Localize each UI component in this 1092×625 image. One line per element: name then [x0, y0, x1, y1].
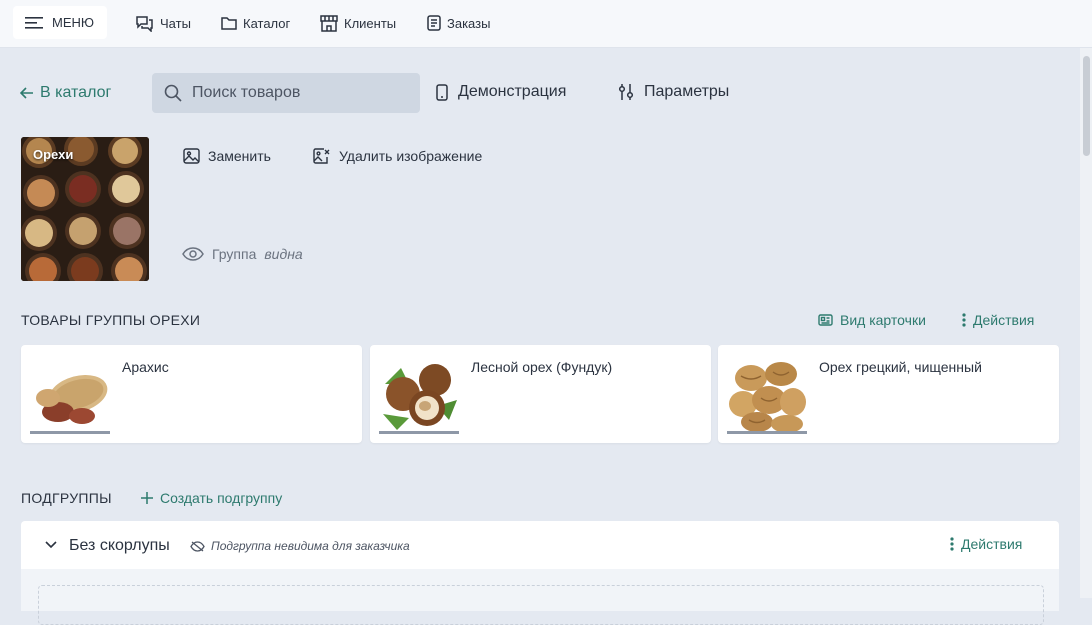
- page-scrollbar[interactable]: [1080, 48, 1092, 598]
- params-label: Параметры: [644, 83, 730, 100]
- nav-chats[interactable]: Чаты: [135, 12, 191, 34]
- back-to-catalog-link[interactable]: В каталог: [20, 82, 111, 104]
- visibility-label: Группа: [212, 246, 257, 262]
- subgroup-drop-zone[interactable]: [38, 585, 1044, 625]
- create-subgroup-label: Создать подгруппу: [160, 490, 283, 506]
- hazelnut-image: [379, 354, 459, 434]
- replace-image-button[interactable]: Заменить: [183, 146, 271, 166]
- card-view-button[interactable]: Вид карточки: [818, 310, 926, 330]
- nav-chats-label: Чаты: [160, 15, 191, 31]
- arrow-left-icon: [20, 87, 34, 99]
- image-remove-icon: [313, 148, 331, 164]
- product-card[interactable]: Орех грецкий, чищенный: [718, 345, 1059, 443]
- group-image-label: Орехи: [33, 147, 74, 162]
- subgroup-visibility: Подгруппа невидима для заказчика: [190, 539, 410, 553]
- replace-label: Заменить: [208, 148, 271, 164]
- subgroup-actions-button[interactable]: Действия: [950, 534, 1022, 554]
- product-name: Орех грецкий, чищенный: [819, 359, 982, 375]
- menu-label: МЕНЮ: [52, 15, 95, 30]
- menu-button[interactable]: МЕНЮ: [13, 6, 107, 39]
- subgroup-name: Без скорлупы: [69, 537, 170, 554]
- folder-icon: [221, 16, 237, 30]
- subgroup-actions-label: Действия: [961, 536, 1023, 552]
- group-visibility-toggle[interactable]: Группа видна: [182, 244, 303, 264]
- plus-icon: [141, 492, 153, 504]
- nav-clients[interactable]: Клиенты: [320, 12, 396, 34]
- products-section-title: ТОВАРЫ ГРУППЫ ОРЕХИ: [21, 312, 201, 328]
- subgroups-section-title: ПОДГРУППЫ: [21, 490, 112, 506]
- hamburger-icon: [25, 16, 43, 29]
- nav-orders-label: Заказы: [447, 15, 491, 31]
- product-name: Лесной орех (Фундук): [471, 359, 613, 375]
- nav-catalog-label: Каталог: [243, 15, 291, 31]
- eye-off-icon: [190, 540, 205, 552]
- chat-icon: [135, 14, 154, 32]
- products-actions-label: Действия: [973, 312, 1035, 328]
- nav-clients-label: Клиенты: [344, 15, 397, 31]
- delete-image-label: Удалить изображение: [339, 148, 483, 164]
- top-bar: МЕНЮ Чаты Каталог Клиенты Заказы: [0, 0, 1092, 48]
- products-actions-button[interactable]: Действия: [962, 310, 1034, 330]
- eye-icon: [182, 247, 204, 261]
- store-icon: [320, 14, 338, 32]
- image-icon: [183, 148, 200, 164]
- document-icon: [427, 15, 441, 31]
- product-card[interactable]: Лесной орех (Фундук): [370, 345, 711, 443]
- subgroup-header[interactable]: Без скорлупы Подгруппа невидима для зака…: [21, 521, 1059, 569]
- card-view-label: Вид карточки: [840, 312, 926, 328]
- chevron-down-icon[interactable]: [45, 541, 57, 549]
- back-label: В каталог: [40, 84, 112, 101]
- search-icon: [164, 84, 182, 102]
- card-view-icon: [818, 314, 833, 326]
- kebab-icon: [950, 537, 954, 551]
- product-card[interactable]: Арахис: [21, 345, 362, 443]
- product-name: Арахис: [122, 359, 169, 375]
- kebab-icon: [962, 313, 966, 327]
- sliders-icon: [618, 83, 634, 101]
- nav-orders[interactable]: Заказы: [427, 12, 490, 34]
- delete-image-button[interactable]: Удалить изображение: [313, 146, 482, 166]
- create-subgroup-button[interactable]: Создать подгруппу: [141, 488, 282, 508]
- subgroup-visibility-note: Подгруппа невидима для заказчика: [211, 539, 410, 553]
- demo-label: Демонстрация: [458, 83, 567, 100]
- search-box[interactable]: [152, 73, 420, 113]
- peanut-image: [30, 354, 110, 434]
- params-button[interactable]: Параметры: [618, 80, 729, 104]
- demo-button[interactable]: Демонстрация: [436, 80, 566, 104]
- visibility-state: видна: [264, 246, 303, 262]
- search-input[interactable]: [190, 83, 410, 103]
- subgroup-body: [21, 569, 1059, 625]
- walnut-image: [727, 354, 807, 434]
- nav-catalog[interactable]: Каталог: [221, 12, 290, 34]
- phone-icon: [436, 83, 448, 101]
- scroll-thumb[interactable]: [1083, 56, 1090, 156]
- group-image[interactable]: Орехи: [21, 137, 149, 281]
